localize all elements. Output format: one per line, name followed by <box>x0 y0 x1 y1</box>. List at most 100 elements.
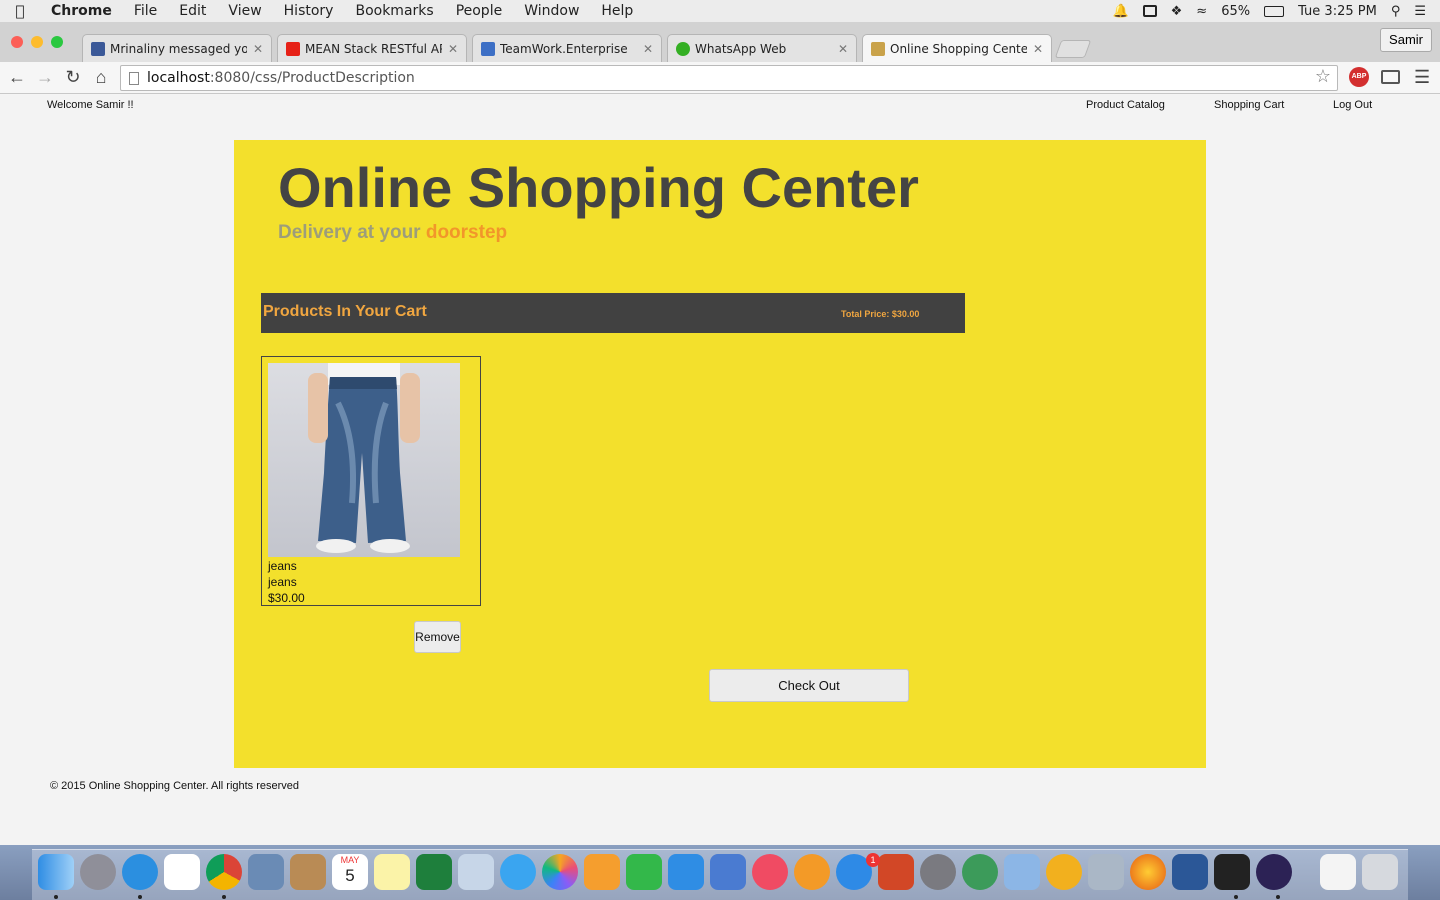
remove-button[interactable]: Remove <box>414 621 461 653</box>
preview-icon[interactable] <box>458 854 494 890</box>
clock[interactable]: Tue 3:25 PM <box>1298 4 1377 19</box>
home-icon[interactable]: ⌂ <box>90 67 112 88</box>
macos-dock: MAY 5 <box>0 845 1440 900</box>
product-image-jeans[interactable] <box>268 363 460 557</box>
menu-app-name[interactable]: Chrome <box>40 3 123 19</box>
tab-facebook[interactable]: Mrinaliny messaged you ✕ <box>82 34 272 62</box>
running-indicator <box>222 895 226 899</box>
menu-people[interactable]: People <box>445 3 514 19</box>
close-window-icon[interactable] <box>11 36 23 48</box>
nav-shopping-cart[interactable]: Shopping Cart <box>1214 99 1284 111</box>
document-file-icon[interactable] <box>1320 854 1356 890</box>
finder-icon[interactable] <box>38 854 74 890</box>
footer-copyright: © 2015 Online Shopping Center. All right… <box>50 780 300 792</box>
reload-icon[interactable]: ↻ <box>62 67 84 88</box>
ibooks-icon[interactable] <box>794 854 830 890</box>
network-globe-icon[interactable] <box>962 854 998 890</box>
bookmark-star-icon[interactable]: ☆ <box>1315 65 1331 89</box>
notes-icon[interactable] <box>374 854 410 890</box>
word-icon[interactable] <box>1172 854 1208 890</box>
eclipse-icon[interactable] <box>1256 854 1292 890</box>
adblock-plus-icon[interactable]: ABP <box>1349 67 1369 87</box>
app-grid-icon[interactable] <box>164 854 200 890</box>
chrome-icon[interactable] <box>206 854 242 890</box>
tab-title: MEAN Stack RESTful API T <box>305 41 442 56</box>
screen-share-icon[interactable] <box>1142 5 1157 17</box>
forward-arrow-icon[interactable]: → <box>34 67 56 88</box>
nav-log-out[interactable]: Log Out <box>1333 99 1372 111</box>
notification-center-icon[interactable]: ☰ <box>1414 4 1426 19</box>
launchpad-icon[interactable] <box>80 854 116 890</box>
tab-online-shopping-center[interactable]: Online Shopping Center ✕ <box>862 34 1052 62</box>
menu-window[interactable]: Window <box>513 3 590 19</box>
cart-product-card: jeans jeans $30.00 <box>261 356 481 606</box>
address-bar[interactable]: localhost:8080/css/ProductDescription ☆ <box>120 65 1338 91</box>
close-tab-icon[interactable]: ✕ <box>1033 42 1043 56</box>
chrome-menu-icon[interactable]: ☰ <box>1414 67 1430 88</box>
photos-icon[interactable] <box>542 854 578 890</box>
tab-strip: Mrinaliny messaged you ✕ MEAN Stack REST… <box>0 22 1440 62</box>
contacts-icon[interactable] <box>290 854 326 890</box>
close-tab-icon[interactable]: ✕ <box>838 42 848 56</box>
close-tab-icon[interactable]: ✕ <box>643 42 653 56</box>
close-tab-icon[interactable]: ✕ <box>253 42 263 56</box>
battery-icon[interactable] <box>1264 5 1285 17</box>
page-icon <box>129 72 139 85</box>
profile-button[interactable]: Samir <box>1380 28 1432 52</box>
minimize-window-icon[interactable] <box>31 36 43 48</box>
powerpoint-icon[interactable] <box>878 854 914 890</box>
excel-icon[interactable] <box>416 854 452 890</box>
dropbox-icon[interactable]: ❖ <box>1171 4 1183 19</box>
back-arrow-icon[interactable]: ← <box>6 67 28 88</box>
terminal-icon[interactable] <box>1214 854 1250 890</box>
running-indicator <box>138 895 142 899</box>
trash-icon[interactable] <box>1362 854 1398 890</box>
menu-bookmarks[interactable]: Bookmarks <box>344 3 444 19</box>
tab-teamwork[interactable]: TeamWork.Enterprise ✕ <box>472 34 662 62</box>
apple-menu-icon[interactable]:  <box>0 2 40 20</box>
jeans-illustration <box>308 363 420 553</box>
maximize-window-icon[interactable] <box>51 36 63 48</box>
cast-icon[interactable] <box>1381 70 1400 84</box>
pages-icon[interactable] <box>584 854 620 890</box>
wifi-icon[interactable]: ≈ <box>1196 4 1207 19</box>
menu-view[interactable]: View <box>217 3 272 19</box>
keynote-icon[interactable] <box>710 854 746 890</box>
calendar-icon[interactable]: MAY 5 <box>332 854 368 890</box>
spotlight-search-icon[interactable]: ⚲ <box>1391 4 1401 19</box>
virtualbox-icon[interactable] <box>1004 854 1040 890</box>
close-tab-icon[interactable]: ✕ <box>448 42 458 56</box>
menu-help[interactable]: Help <box>590 3 644 19</box>
firefox-icon[interactable] <box>1130 854 1166 890</box>
checkout-button[interactable]: Check Out <box>709 669 909 702</box>
nav-product-catalog[interactable]: Product Catalog <box>1086 99 1165 111</box>
itunes-icon[interactable] <box>752 854 788 890</box>
page-favicon-icon <box>871 41 885 56</box>
tab-whatsapp[interactable]: WhatsApp Web ✕ <box>667 34 857 62</box>
messages-icon[interactable] <box>500 854 536 890</box>
running-indicator <box>1276 895 1280 899</box>
notification-bell-icon[interactable]: 🔔 <box>1112 4 1128 19</box>
total-price: Total Price: $30.00 <box>841 309 920 319</box>
calendar-month: MAY <box>340 855 360 865</box>
opera-icon[interactable] <box>1046 854 1082 890</box>
tagline: Delivery at your doorstep <box>278 222 507 244</box>
menu-edit[interactable]: Edit <box>168 3 217 19</box>
window-controls <box>11 36 63 48</box>
tab-youtube[interactable]: MEAN Stack RESTful API T ✕ <box>277 34 467 62</box>
menu-history[interactable]: History <box>273 3 345 19</box>
safari-icon[interactable] <box>122 854 158 890</box>
menu-file[interactable]: File <box>123 3 168 19</box>
product-price: $30.00 <box>268 591 305 605</box>
tab-title: TeamWork.Enterprise <box>500 41 628 56</box>
image-viewer-icon[interactable] <box>1088 854 1124 890</box>
numbers-icon[interactable] <box>668 854 704 890</box>
facetime-icon[interactable] <box>626 854 662 890</box>
mail-icon[interactable] <box>248 854 284 890</box>
teamwork-icon <box>481 41 495 56</box>
running-indicator <box>1234 895 1238 899</box>
new-tab-button[interactable] <box>1054 40 1092 58</box>
calendar-day: 5 <box>345 866 355 885</box>
tagline-highlight: doorstep <box>425 222 508 243</box>
system-preferences-icon[interactable] <box>920 854 956 890</box>
